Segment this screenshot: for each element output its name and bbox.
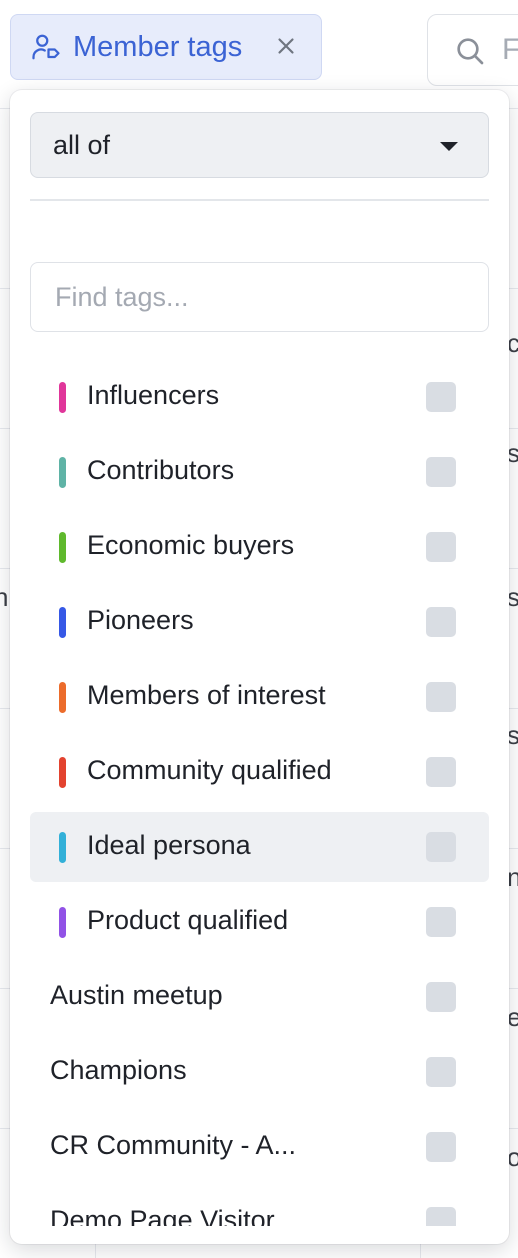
tag-option[interactable]: Economic buyers: [30, 512, 489, 582]
search-placeholder: F: [502, 33, 518, 66]
search-icon: [457, 38, 484, 65]
tag-option-label: Demo Page Visitor: [50, 1205, 275, 1226]
tag-checkbox[interactable]: [426, 682, 456, 712]
match-mode-select[interactable]: all of: [30, 112, 489, 178]
tag-option[interactable]: Community qualified: [30, 737, 489, 807]
tag-checkbox[interactable]: [426, 1207, 456, 1226]
tag-color-indicator: [59, 607, 66, 638]
tag-checkbox[interactable]: [426, 832, 456, 862]
tag-option[interactable]: Demo Page Visitor: [30, 1187, 489, 1226]
tag-option[interactable]: Influencers: [30, 362, 489, 432]
tag-color-indicator: [59, 382, 66, 413]
caret-down-icon: [440, 142, 458, 151]
tag-option-label: Influencers: [87, 380, 220, 410]
tag-option[interactable]: CR Community - A...: [30, 1112, 489, 1182]
tag-option[interactable]: Champions: [30, 1037, 489, 1107]
tag-checkbox[interactable]: [426, 532, 456, 562]
page: c s n s s n e o Member tags F all of Fin…: [0, 0, 518, 1258]
tag-option[interactable]: Ideal persona: [30, 812, 489, 882]
tag-option[interactable]: Contributors: [30, 437, 489, 507]
tags-dropdown-panel: all of Influencers Contributors Economic b…: [10, 90, 509, 1244]
tag-checkbox[interactable]: [426, 607, 456, 637]
match-mode-value: all of: [53, 130, 111, 160]
find-tags-input[interactable]: [30, 262, 489, 332]
tag-option[interactable]: Pioneers: [30, 587, 489, 657]
table-cell-fragment: n: [0, 582, 9, 612]
tag-checkbox[interactable]: [426, 1132, 456, 1162]
user-tag-icon: [32, 34, 60, 60]
tag-checkbox[interactable]: [426, 757, 456, 787]
tag-option-label: Community qualified: [87, 755, 332, 785]
tag-checkbox[interactable]: [426, 1057, 456, 1087]
tag-option-label: Product qualified: [87, 905, 289, 935]
tag-list: Influencers Contributors Economic buyers Pi…: [30, 362, 489, 1226]
tag-checkbox[interactable]: [426, 457, 456, 487]
tag-option-label: Members of interest: [87, 680, 326, 710]
filter-chip-label: Member tags: [73, 30, 243, 63]
member-tags-filter-chip[interactable]: Member tags: [10, 14, 322, 80]
tag-color-indicator: [59, 457, 66, 488]
close-icon[interactable]: [273, 33, 299, 59]
search-input[interactable]: F: [427, 14, 518, 86]
tag-option-label: Austin meetup: [50, 980, 223, 1010]
tag-color-indicator: [59, 682, 66, 713]
tag-color-indicator: [59, 832, 66, 863]
tag-option-label: Champions: [50, 1055, 187, 1085]
tag-color-indicator: [59, 757, 66, 788]
tag-option-label: Contributors: [87, 455, 235, 485]
tag-checkbox[interactable]: [426, 982, 456, 1012]
divider: [30, 199, 489, 201]
tag-option-label: Pioneers: [87, 605, 194, 635]
tag-checkbox[interactable]: [426, 382, 456, 412]
tag-option-label: Economic buyers: [87, 530, 295, 560]
tag-option[interactable]: Austin meetup: [30, 962, 489, 1032]
tag-color-indicator: [59, 907, 66, 938]
tag-option[interactable]: Members of interest: [30, 662, 489, 732]
tag-color-indicator: [59, 532, 66, 563]
tag-option-label: Ideal persona: [87, 830, 251, 860]
tag-checkbox[interactable]: [426, 907, 456, 937]
tag-option[interactable]: Product qualified: [30, 887, 489, 957]
tag-option-label: CR Community - A...: [50, 1130, 297, 1160]
